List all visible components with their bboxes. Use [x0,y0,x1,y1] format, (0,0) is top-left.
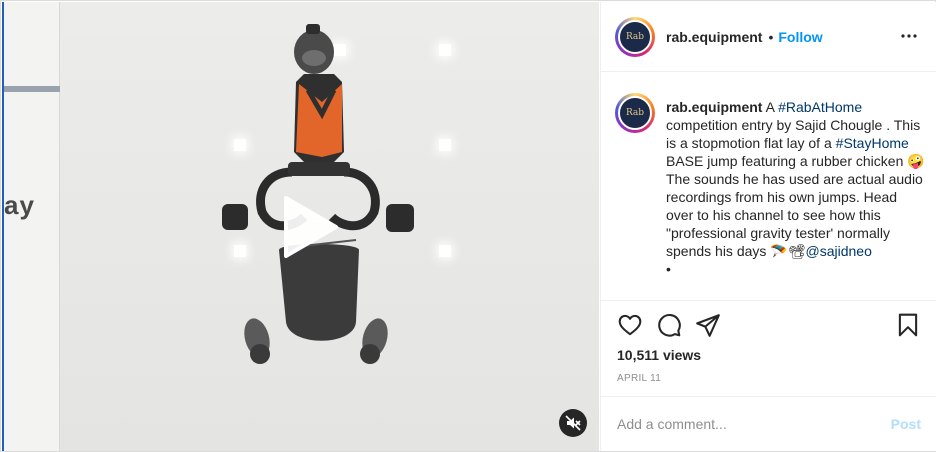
avatar-logo: Rab [618,96,652,130]
more-options-button[interactable] [897,24,921,48]
caption-username[interactable]: rab.equipment [666,99,762,115]
comment-icon [658,314,681,337]
comment-button[interactable] [656,312,684,340]
play-button[interactable] [274,192,344,262]
mute-button[interactable] [559,409,587,437]
caption-text: rab.equipment A #RabAtHome competition e… [666,98,926,278]
heart-icon [618,314,642,336]
avatar[interactable]: Rab [615,16,655,57]
comment-bar: Post [601,396,936,451]
follow-button[interactable]: Follow [778,29,822,45]
share-icon [696,314,720,337]
save-button[interactable] [895,312,923,340]
hashtag-link[interactable]: #RabAtHome [778,99,862,115]
post-frame: ay Rab rab.equipment • Follow Rab rab.eq… [0,0,936,452]
like-button[interactable] [617,312,645,340]
caption-part: BASE jump featuring a rubber chicken 🤪Th… [666,153,925,259]
avatar-logo: Rab [618,19,652,54]
view-count[interactable]: 10,511 views [617,347,701,363]
bookmark-icon [898,313,918,337]
caption-avatar[interactable]: Rab [615,93,655,133]
more-icon [901,34,917,38]
separator-dot: • [768,28,774,45]
caption-bullet: • [666,261,671,277]
post-date[interactable]: April 11 [617,373,661,384]
caption-area: Rab rab.equipment A #RabAtHome competiti… [601,73,936,301]
play-icon [284,196,338,258]
share-button[interactable] [695,312,723,340]
mention-link[interactable]: @sajidneo [806,243,872,259]
action-bar [601,312,936,344]
comment-input[interactable] [617,412,877,436]
username-link[interactable]: rab.equipment [666,29,762,45]
hashtag-link[interactable]: #StayHome [836,135,909,151]
post-header: Rab rab.equipment • Follow [601,2,936,72]
post-comment-button[interactable]: Post [891,416,921,432]
caption-intro: A [765,99,775,115]
speaker-muted-icon [565,415,581,431]
video-player[interactable]: ay [2,2,599,451]
post-sidebar: Rab rab.equipment • Follow Rab rab.equip… [600,2,936,451]
